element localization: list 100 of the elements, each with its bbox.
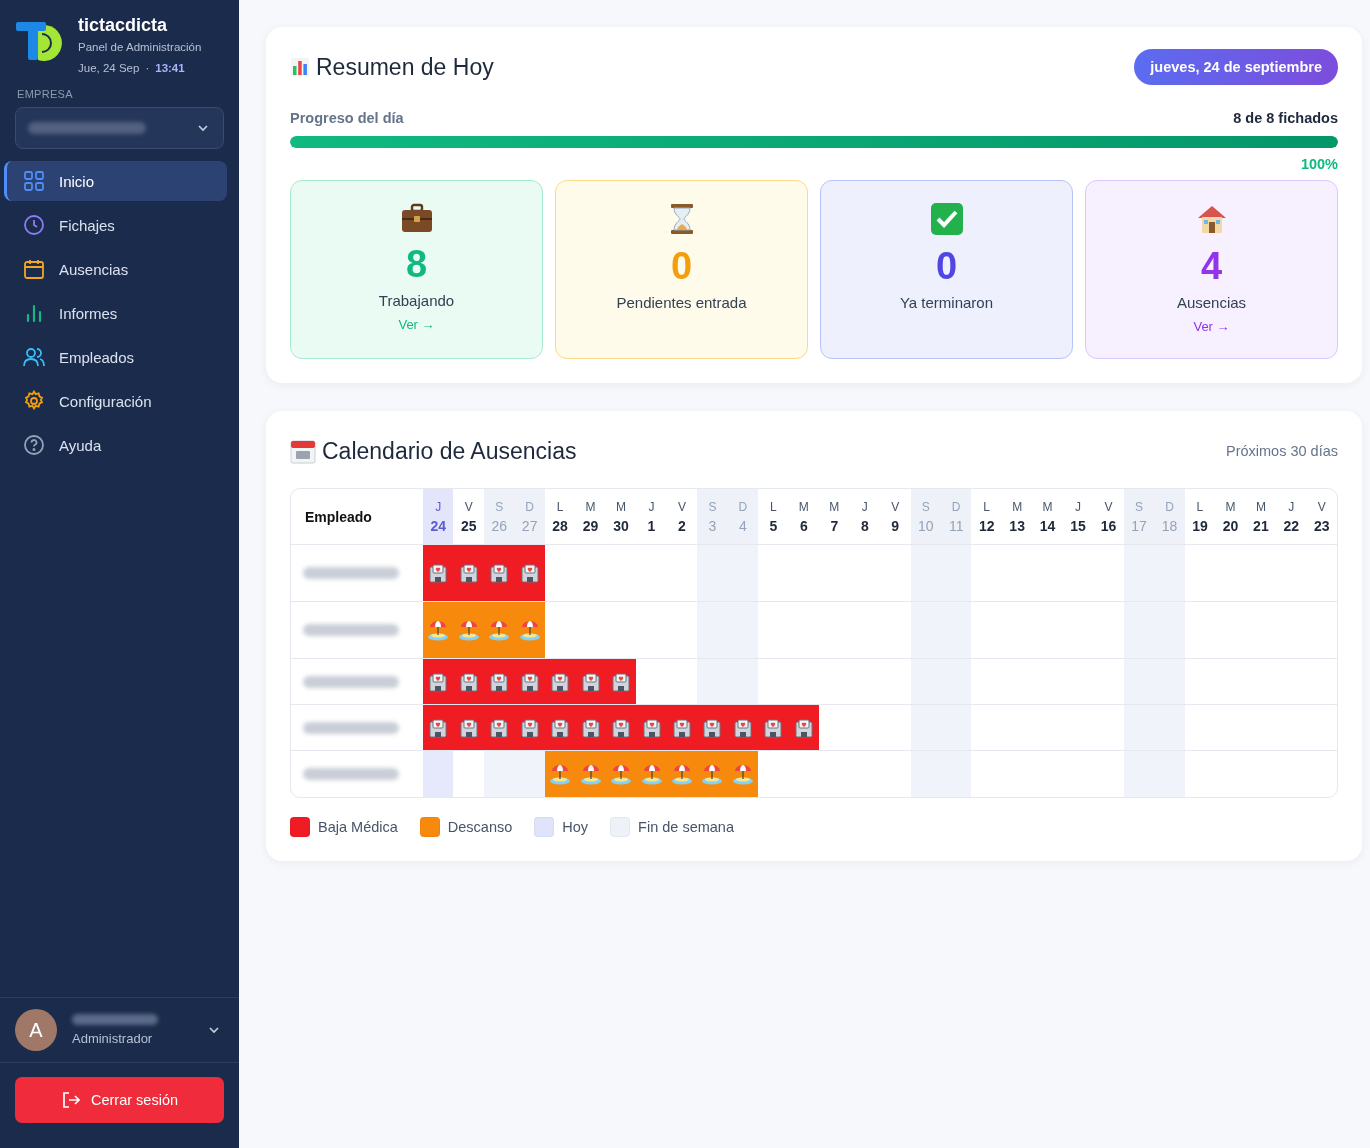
day-header: M 14: [1038, 498, 1057, 536]
legend-label: Descanso: [447, 819, 513, 835]
stat-label: Trabajando: [378, 292, 455, 309]
day-header: M 20: [1221, 498, 1240, 536]
day-header: V 25: [459, 498, 478, 536]
calendar-title: Calendario de Ausencias: [322, 437, 577, 465]
day-header: D 4: [727, 489, 759, 544]
beach-umbrella-icon: [701, 763, 724, 785]
hospital-icon: [550, 671, 571, 692]
logout-icon: [61, 1090, 81, 1110]
hospital-icon: [489, 671, 510, 692]
help-icon: [23, 434, 45, 456]
day-header: L 5: [768, 498, 779, 536]
day-header: M 13: [1008, 498, 1026, 536]
beach-umbrella-icon: [579, 763, 602, 785]
stat-value: 8: [405, 243, 428, 286]
view-link[interactable]: Ver →: [1193, 319, 1230, 334]
legend-label: Fin de semana: [638, 819, 734, 835]
nav-item[interactable]: Ausencias: [4, 249, 227, 289]
hospital-icon: [458, 717, 479, 738]
app-name: tictacdicta: [78, 15, 169, 36]
hospital-icon: [489, 563, 510, 583]
stat-value: 4: [1200, 245, 1223, 288]
progress-label: Progreso del día: [290, 110, 404, 126]
beach-umbrella-icon: [457, 619, 480, 641]
briefcase-icon: [400, 203, 433, 233]
hospital-icon: [519, 563, 540, 583]
grid-icon: [23, 170, 45, 192]
stat-label: Ausencias: [1176, 294, 1247, 311]
beach-umbrella-icon: [518, 619, 541, 641]
day-header: D 27: [514, 489, 545, 544]
day-header: S 26: [483, 489, 515, 544]
hospital-icon: [428, 671, 449, 692]
day-header: V 2: [676, 498, 687, 536]
day-header: M 21: [1252, 498, 1270, 536]
beach-umbrella-icon: [427, 619, 450, 641]
hospital-icon: [519, 671, 540, 692]
hourglass-icon: [668, 203, 695, 235]
beach-umbrella-icon: [549, 763, 572, 785]
day-header: J 24: [423, 489, 454, 544]
nav-item[interactable]: Inicio: [4, 161, 227, 201]
day-header: J 15: [1069, 498, 1087, 536]
nav-item[interactable]: Ayuda: [4, 425, 227, 465]
hospital-icon: [458, 671, 479, 692]
stat-value: 0: [670, 245, 693, 288]
day-header: M 7: [828, 498, 841, 536]
hospital-icon: [458, 563, 479, 583]
progress-count: 8 de 8 fichados: [1233, 110, 1338, 126]
hospital-icon: [763, 717, 784, 738]
settings-icon: [23, 390, 45, 412]
app-subtitle: Panel de Administración: [78, 41, 202, 53]
nav-item[interactable]: Informes: [4, 293, 227, 333]
clock-icon: [23, 214, 45, 236]
day-header: S 17: [1123, 489, 1155, 544]
day-header: M 30: [612, 498, 630, 536]
hospital-icon: [611, 671, 632, 692]
nav-item[interactable]: Fichajes: [4, 205, 227, 245]
current-date: Jue, 24 Sep: [78, 62, 140, 74]
beach-umbrella-icon: [671, 763, 693, 785]
beach-umbrella-icon: [488, 619, 511, 641]
hospital-icon: [428, 717, 449, 738]
day-header: J 1: [646, 498, 657, 536]
calendar-icon: [290, 438, 316, 464]
company-label: EMPRESA: [17, 88, 74, 100]
hospital-icon: [793, 717, 814, 738]
logout-button[interactable]: Cerrar sesión: [15, 1077, 224, 1123]
day-header: L 12: [977, 498, 996, 536]
calendar-subtitle: Próximos 30 días: [1225, 443, 1338, 459]
day-header: V 23: [1313, 498, 1331, 536]
nav-item[interactable]: Configuración: [4, 381, 227, 421]
current-time: 13:41: [155, 62, 185, 74]
hospital-icon: [672, 717, 692, 738]
hospital-icon: [702, 717, 723, 738]
hospital-icon: [580, 671, 601, 692]
bar-chart-icon: [290, 57, 310, 77]
hospital-icon: [428, 563, 449, 583]
day-header: S 10: [910, 489, 941, 544]
day-header: V 9: [890, 498, 901, 536]
day-header: D 11: [940, 489, 972, 544]
separator-dot: ·: [145, 62, 150, 74]
legend-label: Baja Médica: [318, 819, 398, 835]
column-header: Empleado: [304, 507, 373, 527]
hospital-icon: [641, 717, 662, 738]
stat-value: 0: [935, 245, 958, 288]
calendar-icon: [23, 258, 45, 280]
date-badge: jueves, 24 de septiembre: [1134, 49, 1338, 85]
nav-item[interactable]: Empleados: [4, 337, 227, 377]
beach-umbrella-icon: [640, 763, 663, 785]
day-header: V 16: [1099, 498, 1118, 536]
day-header: D 18: [1154, 489, 1185, 544]
day-header: M 29: [581, 498, 600, 536]
day-header: S 3: [697, 489, 728, 544]
hospital-icon: [550, 717, 571, 738]
user-role: Administrador: [72, 1031, 154, 1046]
hospital-icon: [580, 717, 601, 738]
hospital-icon: [732, 717, 753, 738]
users-icon: [23, 346, 45, 368]
stat-label: Ya terminaron: [899, 294, 994, 311]
day-header: M 6: [797, 498, 810, 536]
beach-umbrella-icon: [731, 763, 754, 785]
